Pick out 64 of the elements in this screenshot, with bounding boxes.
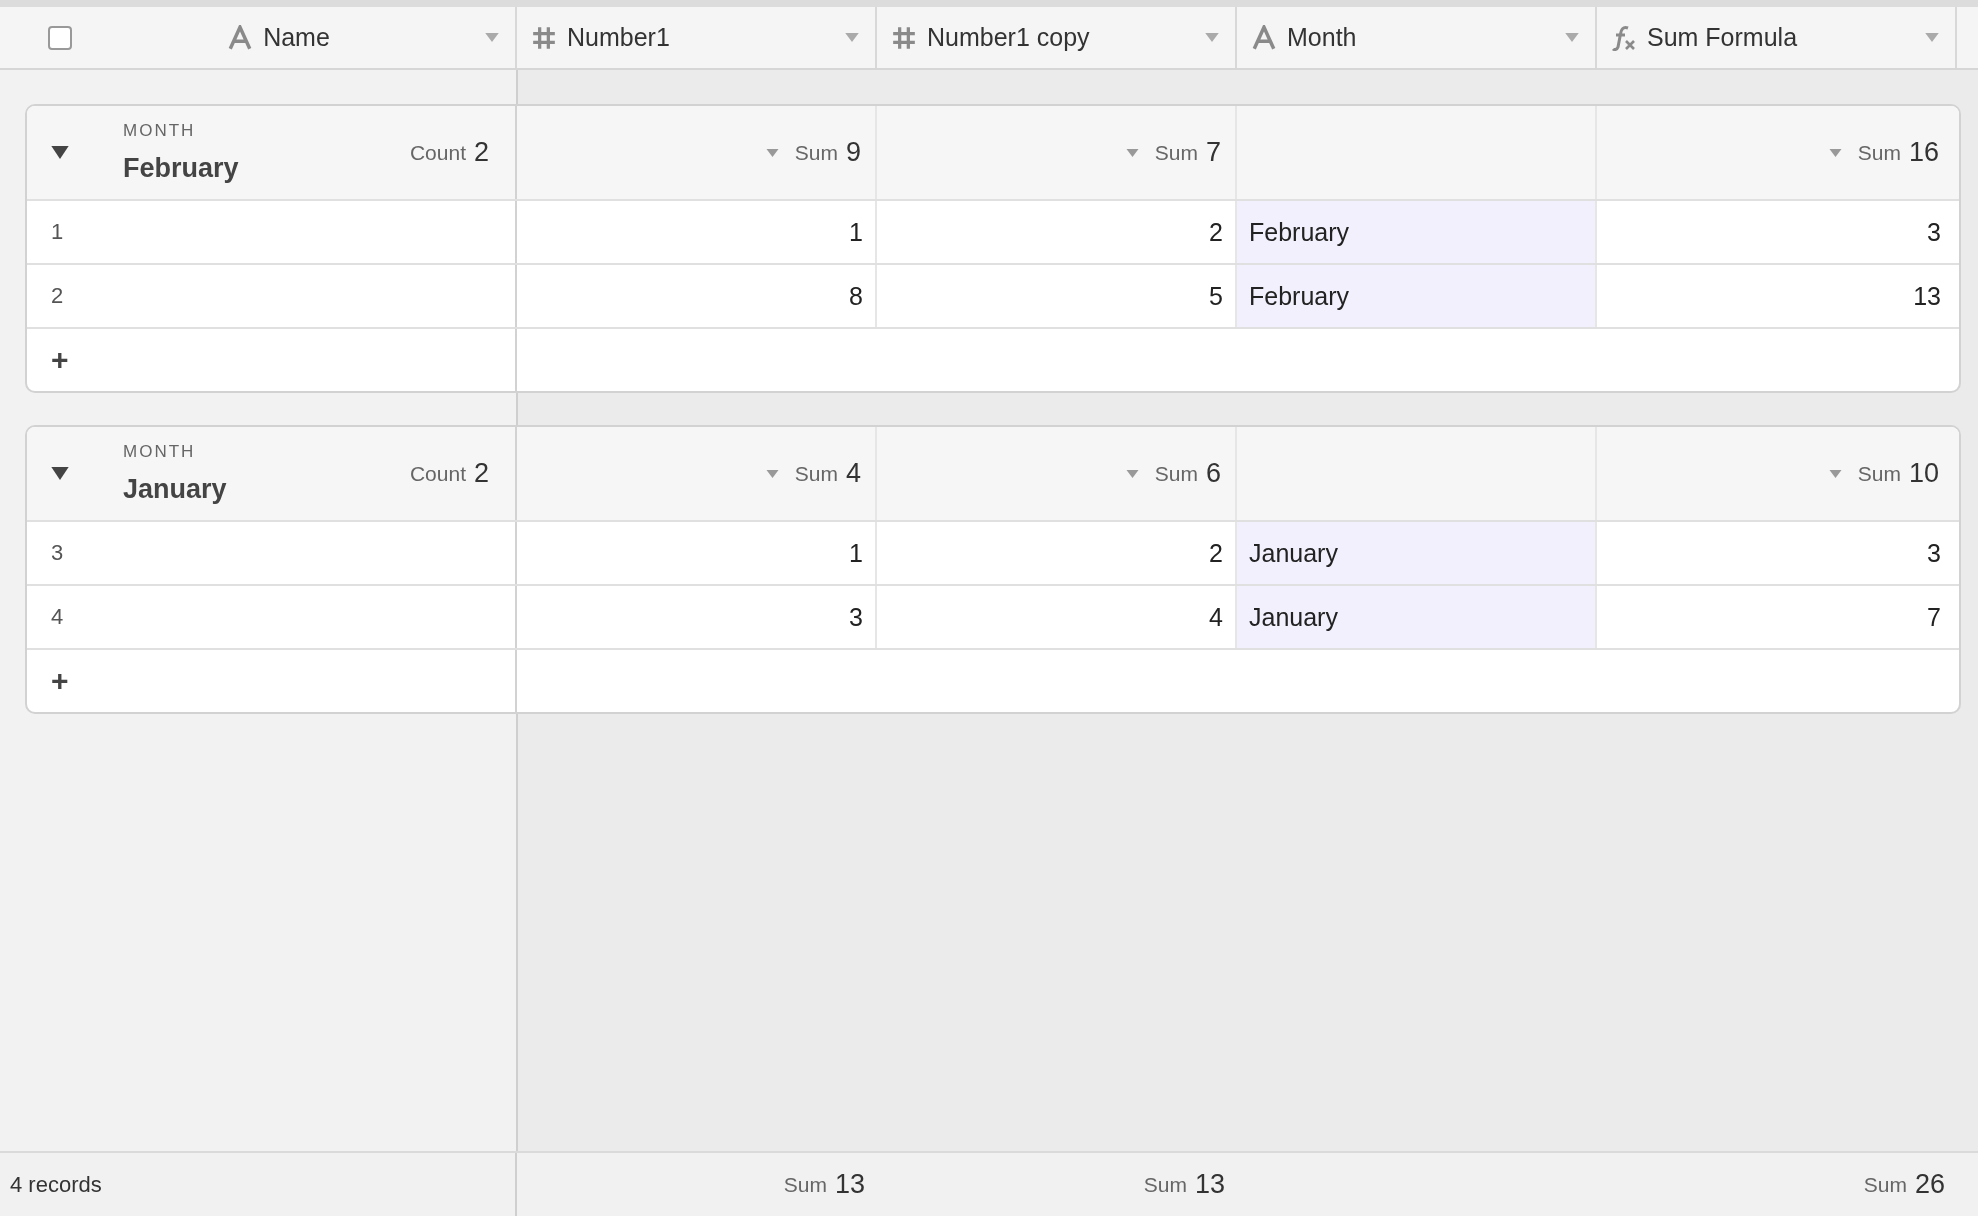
table-cell: January (1237, 522, 1597, 584)
summary-value: 13 (834, 1169, 865, 1200)
table-cell: 1 (517, 522, 877, 584)
collapse-triangle-icon[interactable] (51, 467, 69, 480)
caret-icon[interactable] (1205, 33, 1219, 42)
table-cell: January (1237, 586, 1597, 648)
summary-value: 4 (845, 458, 861, 489)
summary-value: 16 (1908, 137, 1939, 168)
count-value: 2 (473, 458, 489, 489)
group-title: January (123, 474, 228, 505)
group-field-label: MONTH (123, 121, 197, 141)
row-number: 2 (51, 283, 64, 309)
caret-icon[interactable] (1925, 33, 1939, 42)
count-label: Count (409, 461, 466, 486)
caret-icon[interactable] (1828, 469, 1842, 478)
summary-label: Sum (794, 140, 838, 165)
summary-label: Sum (1857, 140, 1901, 165)
table-cell-text: 7 (1926, 601, 1942, 633)
summary-value: 9 (845, 137, 861, 168)
summary-label: Sum (1154, 461, 1198, 486)
summary-value: 6 (1205, 458, 1221, 489)
summary-value: 13 (1194, 1169, 1225, 1200)
add-row-button[interactable]: + (51, 664, 69, 698)
record-count: 4 records (10, 1171, 102, 1198)
hash-icon (891, 24, 917, 51)
caret-icon[interactable] (845, 33, 859, 42)
summary-label: Sum (794, 461, 838, 486)
summary-label: Sum (1154, 140, 1198, 165)
table-cell: 8 (517, 265, 877, 327)
select-all-checkbox[interactable] (48, 25, 72, 50)
table-cell-text: 3 (1926, 537, 1942, 569)
caret-icon[interactable] (485, 33, 499, 42)
hash-icon (531, 24, 557, 51)
count-label: Count (409, 140, 466, 165)
table-cell: February (1237, 265, 1597, 327)
summary-label: Sum (1143, 1172, 1187, 1197)
table-cell-text: 13 (1912, 280, 1942, 312)
count-value: 2 (473, 137, 489, 168)
text-field-icon (1251, 24, 1277, 51)
caret-icon[interactable] (765, 469, 779, 478)
caret-icon[interactable] (1125, 148, 1139, 157)
table-cell: 3 (517, 586, 877, 648)
caret-icon[interactable] (1125, 469, 1139, 478)
table-cell: February (1237, 201, 1597, 263)
group-title: February (123, 153, 240, 184)
row-number: 4 (51, 604, 64, 630)
table-cell: 1 (517, 201, 877, 263)
collapse-triangle-icon[interactable] (51, 146, 69, 159)
row-number: 1 (51, 219, 64, 245)
caret-icon[interactable] (1828, 148, 1842, 157)
caret-icon[interactable] (765, 148, 779, 157)
text-field-icon (227, 24, 254, 51)
summary-label: Sum (1863, 1172, 1907, 1197)
summary-value: 7 (1205, 137, 1221, 168)
table-cell-text: 3 (1926, 216, 1942, 248)
summary-value: 26 (1914, 1169, 1945, 1200)
caret-icon[interactable] (1565, 33, 1579, 42)
add-row-button[interactable]: + (51, 343, 69, 377)
group-field-label: MONTH (123, 442, 197, 462)
summary-label: Sum (1857, 461, 1901, 486)
summary-label: Sum (783, 1172, 827, 1197)
row-number: 3 (51, 540, 64, 566)
formula-icon (1611, 24, 1637, 51)
summary-value: 10 (1908, 458, 1939, 489)
